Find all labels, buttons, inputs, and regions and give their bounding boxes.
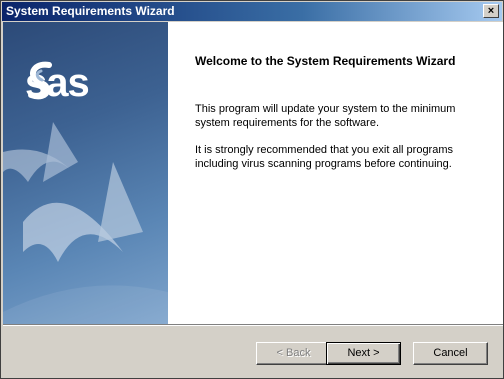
sas-logo: sas bbox=[25, 61, 90, 105]
wizard-banner: sas bbox=[3, 22, 168, 324]
title-bar[interactable]: System Requirements Wizard × bbox=[2, 2, 502, 21]
close-icon: × bbox=[487, 5, 495, 17]
wizard-content: Welcome to the System Requirements Wizar… bbox=[168, 22, 503, 324]
intro-paragraph: This program will update your system to … bbox=[195, 103, 456, 129]
welcome-heading: Welcome to the System Requirements Wizar… bbox=[195, 54, 456, 68]
back-button[interactable]: < Back bbox=[256, 342, 331, 365]
wizard-window: System Requirements Wizard × sas Welcome… bbox=[0, 0, 504, 379]
window-title: System Requirements Wizard bbox=[6, 4, 175, 18]
footer-divider bbox=[3, 324, 503, 326]
close-button[interactable]: × bbox=[483, 4, 499, 18]
warning-paragraph: It is strongly recommended that you exit… bbox=[195, 144, 454, 170]
sas-swirl-icon bbox=[28, 61, 52, 100]
cancel-button[interactable]: Cancel bbox=[413, 342, 488, 365]
next-button[interactable]: Next > bbox=[326, 342, 401, 365]
